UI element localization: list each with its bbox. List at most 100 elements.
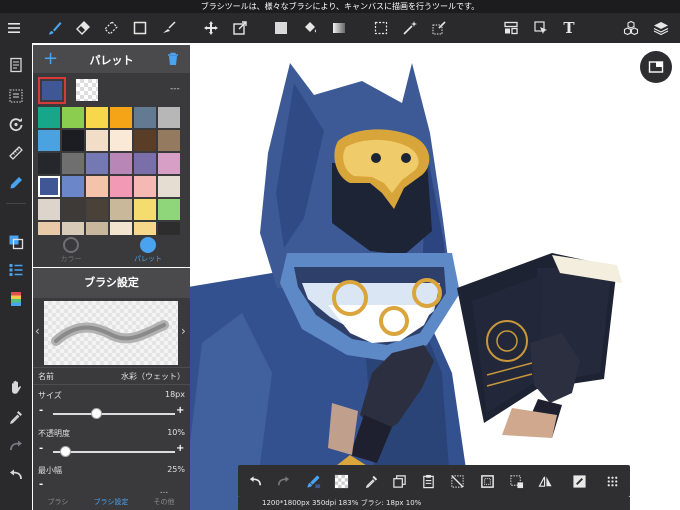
select-pen-icon[interactable] <box>158 17 180 39</box>
palette-swatch[interactable] <box>38 107 60 128</box>
palette-swatch[interactable] <box>62 153 84 174</box>
size-decrease-button[interactable]: - <box>39 405 43 416</box>
palette-swatch[interactable] <box>86 199 108 220</box>
brush-name-field[interactable]: 水彩（ウェット） <box>121 371 185 382</box>
select-all-icon[interactable] <box>478 472 496 490</box>
tab-color[interactable]: カラー <box>36 237 106 267</box>
palette-swatch[interactable] <box>158 107 180 128</box>
palette-swatch[interactable] <box>134 199 156 220</box>
palette-swatch[interactable] <box>38 153 60 174</box>
transparent-color-icon[interactable] <box>332 472 350 490</box>
layers-icon[interactable] <box>650 17 672 39</box>
document-icon[interactable] <box>5 54 27 76</box>
opacity-increase-button[interactable]: + <box>176 443 184 454</box>
color-panel-icon[interactable] <box>5 231 27 253</box>
brush-list-icon[interactable] <box>5 259 27 281</box>
palette-panel-icon[interactable] <box>5 288 27 310</box>
hand-icon[interactable] <box>5 376 27 398</box>
prev-brush-arrow[interactable]: ‹ <box>35 324 40 338</box>
eraser-icon[interactable] <box>72 17 94 39</box>
grid-menu-icon[interactable] <box>603 472 621 490</box>
select-arrow-icon[interactable] <box>530 17 552 39</box>
palette-swatch[interactable] <box>86 153 108 174</box>
tab-palette[interactable]: パレット <box>113 237 183 267</box>
palette-swatch[interactable] <box>110 107 132 128</box>
clear-selection-icon[interactable] <box>448 472 466 490</box>
transform-selection-icon[interactable] <box>507 472 525 490</box>
palette-swatch[interactable] <box>110 153 132 174</box>
foreground-color-swatch[interactable] <box>38 77 66 104</box>
transform-icon[interactable] <box>229 17 251 39</box>
palette-swatch[interactable] <box>62 176 84 197</box>
palette-swatch[interactable] <box>62 199 84 220</box>
eyedropper-icon[interactable] <box>5 406 27 428</box>
tab-other[interactable]: その他 <box>139 497 189 507</box>
palette-swatch[interactable] <box>134 176 156 197</box>
undo-icon[interactable] <box>5 464 27 486</box>
palette-swatch[interactable] <box>158 176 180 197</box>
palette-swatch[interactable] <box>86 176 108 197</box>
palette-swatch[interactable] <box>38 176 60 197</box>
transparent-color-swatch[interactable] <box>76 79 98 101</box>
palette-swatch[interactable] <box>158 199 180 220</box>
more-options[interactable]: ... <box>139 486 189 496</box>
size-slider-knob[interactable] <box>91 408 103 419</box>
text-icon[interactable]: T <box>558 17 580 39</box>
undo-icon[interactable] <box>246 472 264 490</box>
size-increase-button[interactable]: + <box>176 405 184 416</box>
brush-icon[interactable] <box>44 17 66 39</box>
palette-swatch[interactable] <box>110 176 132 197</box>
redo-icon[interactable] <box>274 472 292 490</box>
brush-color-icon[interactable] <box>304 472 322 490</box>
menu-icon[interactable] <box>3 17 25 39</box>
paste-icon[interactable] <box>419 472 437 490</box>
min-width-decrease-button[interactable]: - <box>39 479 43 490</box>
rect-shape-icon[interactable] <box>129 17 151 39</box>
palette-swatch[interactable] <box>134 153 156 174</box>
opacity-decrease-button[interactable]: - <box>39 443 43 454</box>
move-icon[interactable] <box>200 17 222 39</box>
fill-icon[interactable] <box>5 172 27 194</box>
palette-swatch[interactable] <box>158 153 180 174</box>
palette-swatch[interactable] <box>62 107 84 128</box>
next-brush-arrow[interactable]: › <box>181 324 186 338</box>
ruler-icon[interactable] <box>5 142 27 164</box>
tab-brush-settings[interactable]: ブラシ設定 <box>86 497 136 507</box>
palette-swatch[interactable] <box>158 130 180 151</box>
palette-swatch[interactable] <box>86 107 108 128</box>
palette-swatch[interactable] <box>134 130 156 151</box>
palette-swatch[interactable] <box>110 130 132 151</box>
eyedropper-icon[interactable] <box>362 472 380 490</box>
trash-icon[interactable] <box>165 51 181 67</box>
selection-pen-icon[interactable] <box>428 17 450 39</box>
magic-wand-icon[interactable] <box>399 17 421 39</box>
palette-swatch[interactable] <box>86 130 108 151</box>
materials-icon[interactable] <box>620 17 642 39</box>
redo-icon[interactable] <box>5 435 27 457</box>
palette-icon <box>140 237 156 253</box>
selection-rect-icon[interactable] <box>370 17 392 39</box>
canvas-view-button[interactable] <box>640 51 672 83</box>
copy-layer-icon[interactable] <box>390 472 408 490</box>
palette-swatch[interactable] <box>110 199 132 220</box>
color-fill-icon[interactable] <box>270 17 292 39</box>
palette-swatch[interactable] <box>134 107 156 128</box>
size-slider-track[interactable] <box>53 413 175 415</box>
bucket-icon[interactable] <box>299 17 321 39</box>
rotate-icon[interactable] <box>5 113 27 135</box>
layout-icon[interactable] <box>500 17 522 39</box>
canvas-info-text: 1200*1800px 350dpi 183% ブラシ: 18px 10% <box>262 499 422 507</box>
size-value: 18px <box>165 390 185 399</box>
palette-swatch[interactable] <box>62 130 84 151</box>
blur-eraser-icon[interactable] <box>100 17 122 39</box>
hide-panels-icon[interactable] <box>5 85 27 107</box>
flip-horizontal-icon[interactable] <box>536 472 554 490</box>
palette-swatch[interactable] <box>38 130 60 151</box>
palette-header: + パレット <box>33 45 190 73</box>
opacity-slider-track[interactable] <box>53 451 175 453</box>
edit-icon[interactable] <box>570 472 588 490</box>
gradient-icon[interactable] <box>328 17 350 39</box>
palette-swatch[interactable] <box>38 199 60 220</box>
opacity-slider-knob[interactable] <box>59 446 71 457</box>
tab-brush[interactable]: ブラシ <box>33 497 83 507</box>
